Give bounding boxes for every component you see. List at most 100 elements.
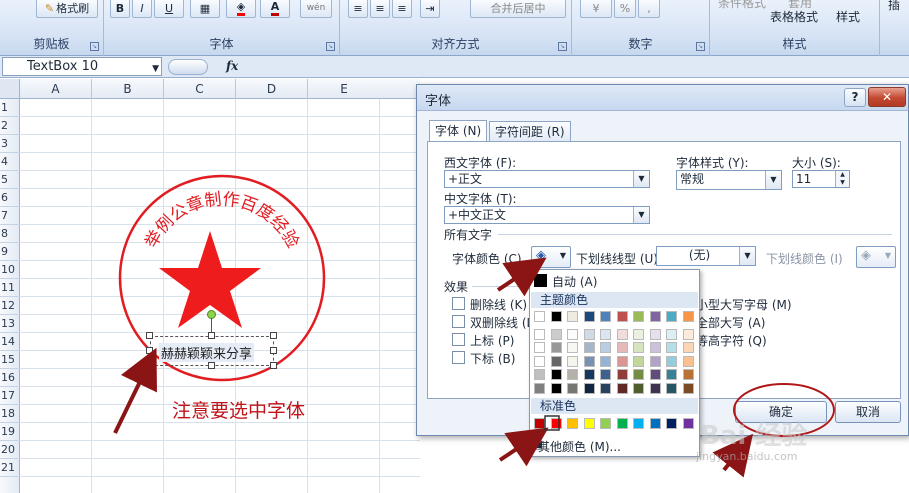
theme-color-swatch[interactable]	[550, 311, 562, 322]
tab-font[interactable]: 字体 (N)	[429, 120, 488, 142]
theme-color-swatch[interactable]	[550, 355, 562, 367]
theme-color-swatch[interactable]	[600, 328, 611, 340]
column-header-a[interactable]: A	[20, 79, 92, 99]
standard-color-swatch[interactable]	[534, 418, 545, 429]
row-header[interactable]: 15	[0, 351, 20, 369]
align-left-button[interactable]: ≡	[348, 0, 368, 18]
currency-button[interactable]: ¥	[580, 0, 612, 18]
double-strikethrough-checkbox[interactable]	[452, 315, 465, 328]
resize-handle-mr[interactable]	[270, 347, 277, 354]
indent-button[interactable]: ⇥	[420, 0, 440, 18]
theme-color-swatch[interactable]	[567, 328, 578, 340]
name-box[interactable]: TextBox 10 ▼	[2, 57, 162, 76]
row-header[interactable]: 6	[0, 189, 20, 207]
dialog-titlebar[interactable]: 字体 ? ✕	[417, 85, 908, 111]
underline-type-select[interactable]: (无) ▼	[656, 246, 756, 266]
theme-color-swatch[interactable]	[600, 355, 611, 367]
row-header[interactable]: 16	[0, 369, 20, 387]
theme-color-swatch[interactable]	[682, 382, 694, 394]
theme-color-swatch[interactable]	[583, 382, 595, 394]
column-header-d[interactable]: D	[236, 79, 308, 99]
theme-color-swatch[interactable]	[616, 342, 628, 353]
resize-handle-tm[interactable]	[208, 332, 215, 339]
theme-color-swatch[interactable]	[633, 328, 644, 340]
font-color-picker[interactable]: ◈ ▼	[531, 246, 571, 268]
theme-color-swatch[interactable]	[649, 311, 661, 322]
row-header[interactable]: 13	[0, 315, 20, 333]
theme-color-swatch[interactable]	[567, 311, 578, 322]
resize-handle-tl[interactable]	[146, 332, 153, 339]
theme-color-swatch[interactable]	[633, 342, 644, 353]
all-caps-label[interactable]: 全部大写 (A)	[696, 314, 765, 331]
latin-font-select[interactable]: +正文 ▼	[444, 170, 650, 188]
row-header[interactable]: 3	[0, 135, 20, 153]
theme-color-swatch[interactable]	[666, 328, 677, 340]
theme-color-swatch[interactable]	[649, 328, 661, 340]
automatic-color-item[interactable]: 自动 (A)	[532, 273, 697, 289]
font-color-button[interactable]: A	[260, 0, 290, 18]
chevron-down-icon[interactable]: ▼	[765, 171, 781, 189]
row-header[interactable]: 2	[0, 117, 20, 135]
dialog-launcher-icon[interactable]: ↘	[326, 42, 335, 51]
row-header[interactable]: 21	[0, 459, 20, 477]
merge-center-button[interactable]: 合并后居中	[470, 0, 566, 18]
chevron-down-icon[interactable]: ▼	[560, 251, 566, 260]
row-header[interactable]: 11	[0, 279, 20, 297]
row-header[interactable]: 18	[0, 405, 20, 423]
theme-color-swatch[interactable]	[534, 355, 545, 367]
row-header[interactable]: 20	[0, 441, 20, 459]
theme-color-swatch[interactable]	[567, 355, 578, 367]
theme-color-swatch[interactable]	[616, 369, 628, 380]
theme-color-swatch[interactable]	[534, 328, 545, 340]
resize-handle-br[interactable]	[270, 362, 277, 369]
align-center-button[interactable]: ≡	[370, 0, 390, 18]
row-header[interactable]: 19	[0, 423, 20, 441]
theme-color-swatch[interactable]	[616, 311, 628, 322]
theme-color-swatch[interactable]	[567, 382, 578, 394]
theme-color-swatch[interactable]	[583, 328, 595, 340]
percent-button[interactable]: %	[614, 0, 636, 18]
resize-handle-tr[interactable]	[270, 332, 277, 339]
theme-color-swatch[interactable]	[633, 355, 644, 367]
more-colors-item[interactable]: ▣ 其他颜色 (M)...	[532, 438, 697, 454]
theme-color-swatch[interactable]	[649, 355, 661, 367]
theme-color-swatch[interactable]	[616, 328, 628, 340]
row-header[interactable]: 1	[0, 99, 20, 117]
underline-color-picker[interactable]: ◈ ▼	[856, 246, 896, 268]
theme-color-swatch[interactable]	[682, 342, 694, 353]
theme-color-swatch[interactable]	[649, 382, 661, 394]
chevron-down-icon[interactable]: ▼	[152, 61, 159, 78]
bold-button[interactable]: B	[110, 0, 130, 18]
comma-button[interactable]: ,	[638, 0, 660, 18]
row-header[interactable]: 9	[0, 243, 20, 261]
theme-color-swatch[interactable]	[682, 311, 694, 322]
row-header[interactable]: 8	[0, 225, 20, 243]
tab-character-spacing[interactable]: 字符间距 (R)	[489, 121, 571, 142]
standard-color-swatch[interactable]	[583, 418, 595, 429]
align-right-button[interactable]: ≡	[392, 0, 412, 18]
standard-color-swatch[interactable]	[616, 418, 628, 429]
subscript-checkbox[interactable]	[452, 351, 465, 364]
font-size-input[interactable]: 11 ▲ ▼	[792, 170, 850, 188]
dialog-launcher-icon[interactable]: ↘	[696, 42, 705, 51]
chevron-down-icon[interactable]: ▼	[633, 207, 649, 223]
theme-color-swatch[interactable]	[550, 369, 562, 380]
theme-color-swatch[interactable]	[583, 369, 595, 380]
row-header[interactable]: 7	[0, 207, 20, 225]
cell-style-label[interactable]: 样式	[836, 8, 860, 25]
equalize-height-label[interactable]: 等高字符 (Q)	[696, 332, 767, 349]
theme-color-swatch[interactable]	[600, 342, 611, 353]
underline-button[interactable]: U	[154, 0, 184, 18]
row-header[interactable]: 17	[0, 387, 20, 405]
dialog-launcher-icon[interactable]: ↘	[558, 42, 567, 51]
standard-color-swatch[interactable]	[666, 418, 677, 429]
theme-color-swatch[interactable]	[550, 342, 562, 353]
theme-color-swatch[interactable]	[649, 342, 661, 353]
theme-color-swatch[interactable]	[682, 355, 694, 367]
theme-color-swatch[interactable]	[583, 342, 595, 353]
cancel-button[interactable]: 取消	[835, 401, 901, 423]
insert-label[interactable]: 插	[888, 0, 900, 13]
chevron-down-icon[interactable]: ▼	[633, 171, 649, 187]
font-style-select[interactable]: 常规 ▼	[676, 170, 782, 190]
standard-color-swatch[interactable]	[550, 418, 562, 429]
